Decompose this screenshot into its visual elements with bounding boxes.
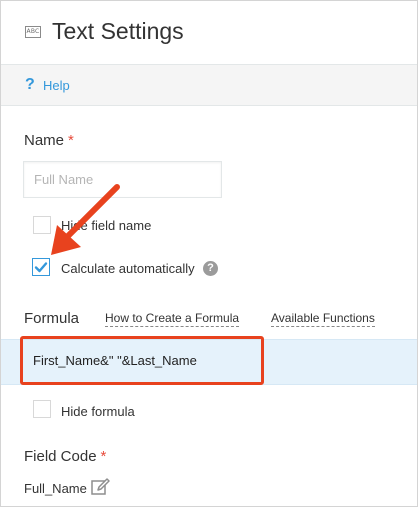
- formula-input[interactable]: First_Name&" "&Last_Name: [33, 353, 197, 368]
- help-bar: ? Help: [1, 65, 417, 106]
- text-settings-panel: ABC Text Settings ? Help Name* Hide fiel…: [0, 0, 418, 507]
- page-title: Text Settings: [52, 18, 184, 44]
- hide-field-name-checkbox[interactable]: [33, 216, 51, 234]
- hide-field-name-label[interactable]: Hide field name: [61, 218, 151, 233]
- how-to-create-formula-link[interactable]: How to Create a Formula: [105, 311, 240, 327]
- edit-pencil-icon[interactable]: [91, 478, 111, 496]
- help-icon[interactable]: ?: [25, 76, 35, 94]
- hide-formula-label[interactable]: Hide formula: [61, 404, 135, 419]
- name-label: Name *: [24, 132, 74, 149]
- formula-label: Formula: [24, 310, 80, 327]
- checkmark-icon: [34, 262, 48, 273]
- hide-formula-checkbox[interactable]: [33, 400, 51, 418]
- field-code-value: Full_Name: [24, 481, 87, 496]
- calculate-automatically-checkbox[interactable]: [32, 258, 50, 276]
- calculate-automatically-label[interactable]: Calculate automatically: [61, 261, 195, 276]
- panel-header: ABC Text Settings: [1, 1, 417, 65]
- field-code-label: Field Code *: [24, 448, 106, 465]
- required-mark: *: [100, 448, 107, 465]
- name-input[interactable]: [23, 161, 222, 198]
- required-mark: *: [68, 132, 74, 149]
- help-link[interactable]: Help: [43, 78, 70, 93]
- abc-text-field-icon: ABC: [25, 26, 41, 38]
- name-label-text: Name: [24, 132, 65, 149]
- info-icon[interactable]: ?: [203, 261, 218, 276]
- field-code-label-text: Field Code: [24, 448, 97, 465]
- available-functions-link[interactable]: Available Functions: [271, 311, 375, 327]
